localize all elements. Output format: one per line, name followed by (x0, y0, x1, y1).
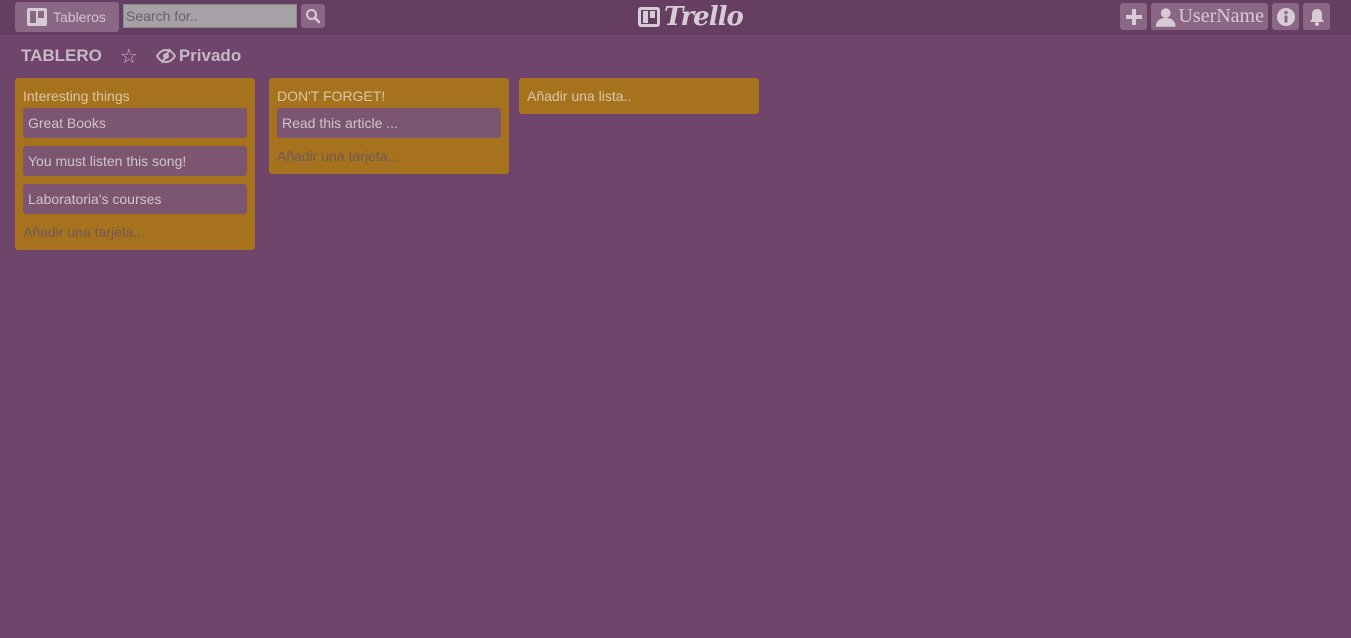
card[interactable]: Read this article ... (277, 108, 501, 138)
star-icon[interactable]: ☆ (120, 44, 138, 69)
card[interactable]: You must listen this song! (23, 146, 247, 176)
user-icon (1155, 7, 1176, 27)
board-title[interactable]: TABLERO (21, 46, 102, 66)
trello-logo-text: Trello (664, 2, 744, 32)
eye-slash-icon (155, 48, 176, 64)
list-title[interactable]: DON'T FORGET! (277, 86, 501, 106)
add-list-label: Añadir una lista.. (527, 88, 632, 104)
card[interactable]: Great Books (23, 108, 247, 138)
search-icon (306, 9, 321, 24)
bell-icon (1309, 8, 1324, 26)
top-navbar: Tableros Trello UserName (0, 0, 1351, 35)
add-list-button[interactable]: Añadir una lista.. (519, 78, 759, 114)
notifications-button[interactable] (1303, 3, 1330, 30)
add-button[interactable] (1120, 3, 1147, 30)
user-menu-button[interactable]: UserName (1151, 3, 1268, 30)
plus-icon (1125, 8, 1142, 25)
add-card-link[interactable]: Añadir una tarjeta... (23, 222, 247, 242)
card[interactable]: Laboratoria's courses (23, 184, 247, 214)
boards-icon (27, 8, 47, 26)
list-interesting-things: Interesting things Great Books You must … (15, 78, 255, 250)
boards-button[interactable]: Tableros (15, 2, 119, 32)
list-title[interactable]: Interesting things (23, 86, 247, 106)
username-label: UserName (1178, 5, 1264, 27)
info-button[interactable] (1272, 3, 1299, 30)
search-input[interactable] (123, 4, 297, 28)
boards-button-label: Tableros (53, 9, 106, 25)
list-dont-forget: DON'T FORGET! Read this article ... Añad… (269, 78, 509, 174)
add-card-link[interactable]: Añadir una tarjeta... (277, 146, 501, 166)
trello-logo[interactable]: Trello (638, 2, 744, 32)
info-icon (1276, 7, 1295, 26)
board-header: TABLERO ☆ Privado (21, 44, 241, 68)
trello-logo-icon (638, 7, 660, 27)
privacy-button[interactable]: Privado (155, 46, 242, 66)
privacy-label: Privado (178, 46, 242, 65)
search-button[interactable] (301, 4, 325, 28)
